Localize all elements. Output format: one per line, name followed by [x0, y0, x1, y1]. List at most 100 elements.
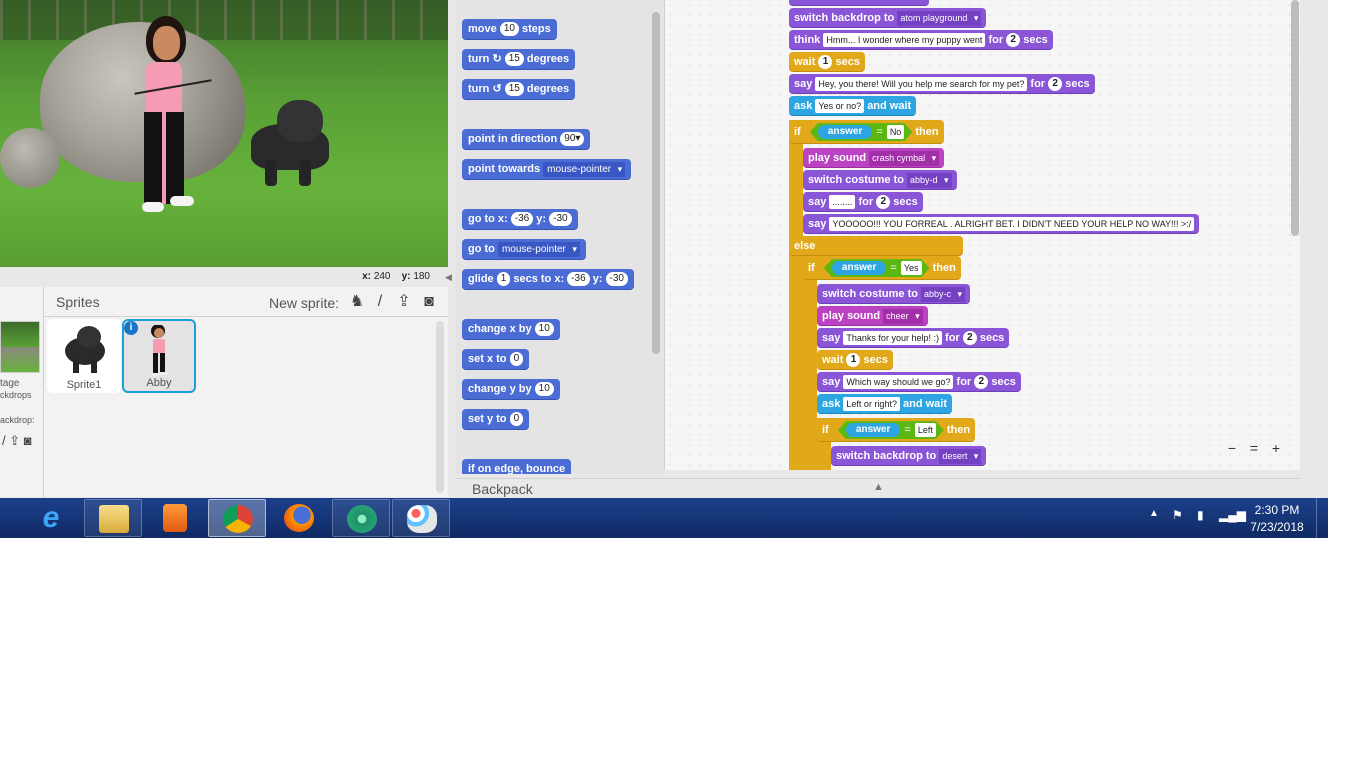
say-block[interactable]: say YOOOOO!!! YOU FORREAL . ALRIGHT BET.… — [803, 214, 1200, 234]
action-center-icon[interactable]: ⚑ — [1172, 508, 1183, 522]
change-y-block[interactable]: change y by 10 — [462, 379, 560, 400]
else-label: else — [789, 236, 963, 256]
battery-icon[interactable]: ▮ — [1197, 508, 1204, 522]
zoom-in-icon[interactable]: + — [1265, 440, 1287, 456]
taskbar-paint[interactable] — [392, 499, 450, 537]
window-gutter — [1300, 0, 1328, 496]
block-palette: move 10 steps turn ↻ 15 degrees turn ↺ 1… — [455, 0, 663, 474]
if-on-edge-bounce-block[interactable]: if on edge, bounce — [462, 459, 572, 474]
switch-backdrop-block[interactable]: switch backdrop to desert — [831, 446, 987, 466]
switch-costume-block[interactable]: switch costume to abby-d — [803, 170, 957, 190]
stage-thumbnail[interactable] — [0, 321, 40, 373]
sprite-tile-abby[interactable]: i Abby — [122, 319, 196, 393]
if-block-1[interactable]: if answer = No then — [789, 120, 944, 144]
show-hidden-icons-icon[interactable]: ▲ — [1149, 508, 1159, 519]
clock-date[interactable]: 7/23/2018 — [1246, 520, 1308, 534]
palette-scrollbar[interactable] — [652, 12, 660, 354]
fence-background — [0, 0, 448, 40]
turn-left-block[interactable]: turn ↺ 15 degrees — [462, 79, 576, 100]
paint-sprite-icon[interactable]: / — [370, 292, 390, 312]
prior-block[interactable] — [789, 0, 929, 6]
scripts-area[interactable]: switch backdrop to atom playground think… — [664, 0, 1300, 470]
puppy-sprite[interactable] — [243, 98, 333, 190]
if2-arm — [803, 256, 817, 470]
clock-time[interactable]: 2:30 PM — [1246, 503, 1308, 517]
taskbar-atom[interactable] — [332, 499, 390, 537]
paint-backdrop-icon[interactable]: / — [2, 433, 6, 448]
if-block-3[interactable]: if answer = Left then — [817, 418, 976, 442]
ask-block[interactable]: ask Yes or no? and wait — [789, 96, 917, 116]
expand-arrow-icon[interactable]: ▲ — [873, 481, 884, 493]
upload-sprite-icon[interactable]: ⇪ — [394, 292, 414, 312]
camera-sprite-icon[interactable]: ◙ — [419, 292, 439, 312]
sprite-tile-sprite1[interactable]: Sprite1 — [47, 319, 121, 393]
camera-backdrop-icon[interactable]: ◙ — [24, 433, 32, 448]
if1-arm — [789, 120, 803, 470]
x-value: 240 — [373, 271, 391, 282]
switch-costume-block[interactable]: switch costume to abby-c — [817, 284, 971, 304]
scripts-scrollbar[interactable] — [1291, 0, 1299, 236]
turn-right-block[interactable]: turn ↻ 15 degrees — [462, 49, 576, 70]
y-value: 180 — [413, 271, 430, 282]
atom-icon — [347, 505, 377, 533]
say-for-block[interactable]: say Thanks for your help! :) for 2 secs — [817, 328, 1010, 348]
new-sprite-label: New sprite: — [269, 295, 340, 311]
sprites-title: Sprites — [56, 294, 100, 310]
equals-condition[interactable]: answer = Yes — [824, 259, 930, 277]
equals-condition[interactable]: answer = Left — [838, 421, 944, 439]
wait-block[interactable]: wait 1 secs — [789, 52, 866, 72]
say-for-block[interactable]: say ........ for 2 secs — [803, 192, 923, 212]
stage[interactable] — [0, 0, 448, 267]
taskbar-internet-explorer[interactable]: e — [22, 499, 80, 537]
equals-condition[interactable]: answer = No — [810, 123, 912, 141]
ask-block[interactable]: ask Left or right? and wait — [817, 394, 953, 414]
taskbar-file-explorer[interactable] — [84, 499, 142, 537]
show-desktop-button[interactable] — [1316, 498, 1328, 538]
network-icon[interactable]: ▂▄▆ — [1219, 508, 1246, 522]
go-to-block[interactable]: go to mouse-pointer — [462, 239, 586, 260]
set-y-block[interactable]: set y to 0 — [462, 409, 530, 430]
taskbar-firefox[interactable] — [270, 499, 328, 537]
media-player-icon — [163, 504, 187, 532]
firefox-icon — [284, 504, 314, 532]
point-towards-block[interactable]: point towards mouse-pointer — [462, 159, 632, 180]
glide-block[interactable]: glide 1 secs to x: -36 y: -30 — [462, 269, 634, 290]
backpack-bar[interactable]: Backpack ▲ — [455, 478, 1301, 497]
say-for-block[interactable]: say Which way should we go? for 2 secs — [817, 372, 1021, 392]
if-block-2[interactable]: if answer = Yes then — [803, 256, 961, 280]
change-x-block[interactable]: change x by 10 — [462, 319, 560, 340]
taskbar-media-player[interactable] — [146, 499, 204, 537]
sprites-pane: tage ckdrops ackdrop: / ⇪ ◙ Sprites New … — [0, 287, 448, 497]
zoom-out-icon[interactable]: − — [1221, 440, 1243, 456]
sprites-scrollbar[interactable] — [436, 321, 444, 493]
start-button[interactable] — [0, 499, 4, 537]
choose-sprite-icon[interactable]: ♞ — [347, 292, 367, 312]
puppy-thumbnail — [65, 326, 105, 373]
play-sound-block[interactable]: play sound crash cymbal — [803, 148, 945, 168]
windows-taskbar: e ▲ ⚑ ▮ ▂▄▆ 2:30 PM 7/23/2018 — [0, 498, 1328, 538]
stage-column[interactable]: tage ckdrops ackdrop: / ⇪ ◙ — [0, 287, 44, 497]
sprites-header: Sprites New sprite: ♞ / ⇪ ◙ — [44, 287, 448, 317]
switch-backdrop-block[interactable]: switch backdrop to atom playground — [789, 8, 987, 28]
abby-thumbnail — [151, 325, 168, 376]
go-to-xy-block[interactable]: go to x: -36 y: -30 — [462, 209, 578, 230]
folder-icon — [99, 505, 129, 533]
move-steps-block[interactable]: move 10 steps — [462, 19, 557, 40]
info-icon[interactable]: i — [124, 321, 138, 335]
abby-sprite[interactable] — [134, 16, 216, 221]
play-sound-block[interactable]: play sound cheer — [817, 306, 928, 326]
wait-block[interactable]: wait 1 secs — [817, 350, 894, 370]
think-block[interactable]: think Hmm... I wonder where my puppy wen… — [789, 30, 1053, 50]
collapse-arrow-icon[interactable]: ◀ — [445, 272, 455, 286]
stage-label: tage — [0, 378, 20, 389]
sprite-name: Abby — [146, 377, 172, 389]
point-in-direction-block[interactable]: point in direction 90▾ — [462, 129, 591, 150]
chrome-icon — [223, 505, 253, 533]
upload-backdrop-icon[interactable]: ⇪ — [9, 433, 20, 448]
taskbar-chrome[interactable] — [208, 499, 266, 537]
say-for-block[interactable]: say Hey, you there! Will you help me sea… — [789, 74, 1095, 94]
set-x-block[interactable]: set x to 0 — [462, 349, 530, 370]
x-label: x: — [362, 271, 372, 282]
zoom-reset-icon[interactable]: = — [1243, 440, 1265, 456]
backdrops-count-label: ckdrops — [0, 390, 32, 400]
